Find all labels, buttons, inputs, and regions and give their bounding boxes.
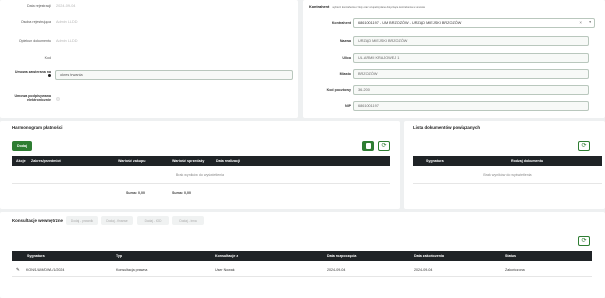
refresh-icon: ⟳ (381, 143, 387, 149)
refresh-icon: ⟳ (581, 238, 587, 244)
duration-label: Umowa zawierana na (11, 70, 51, 79)
contractor-panel: Kontrahent wybierz kontrahenta z listy o… (303, 0, 605, 118)
cons-type: Konsultacja prawna (116, 268, 148, 272)
col-doc-type: Rodzaj dokumentu (511, 158, 544, 163)
col-actions: Akcje (16, 158, 26, 163)
code-label: Kod (44, 56, 51, 60)
sale-sum: Suma: 0,00 (172, 191, 191, 195)
contractor-select-label: Kontrahent (331, 21, 351, 25)
col-cons-signature: Sygnatura (27, 253, 45, 258)
e-signed-label: Umowa podpisywana elektronicznie (14, 94, 51, 103)
add-schedule-button[interactable]: Dodaj (12, 141, 32, 151)
contractor-postcode-field[interactable]: 36-200 (353, 85, 589, 95)
payment-schedule-panel: Harmonogram płatności Dodaj ⟳ Akcje Zakr… (0, 121, 400, 209)
col-cons-type: Typ (116, 253, 123, 258)
add-finance-tab[interactable]: Dodaj - finanse (101, 216, 133, 225)
registration-date-value: 2024-09-04 (56, 4, 76, 8)
consultations-divider (12, 276, 592, 277)
refresh-consultations-button[interactable]: ⟳ (578, 236, 590, 246)
info-icon (48, 74, 51, 78)
cons-status: Zakończona (505, 268, 525, 272)
document-owner-label: Opiekun dokumentu (18, 39, 51, 43)
contractor-select-value: 6861001197 - UM BRZOZÓW - URZĄD MIEJSKI … (358, 21, 462, 25)
col-sale-value: Wartość sprzedaży (172, 158, 205, 163)
col-cons-status: Status (505, 253, 516, 258)
related-divider (413, 183, 602, 184)
schedule-title: Harmonogram płatności (12, 125, 63, 130)
chevron-down-icon[interactable]: ▾ (589, 20, 591, 24)
cons-signature: KON/1/UM/DWL/1/2024 (26, 268, 65, 272)
col-realization-date: Data realizacji (216, 158, 240, 163)
purchase-sum: Suma: 0,00 (126, 191, 145, 195)
schedule-empty-text: Brak wyników do wyświetlenia (175, 173, 225, 177)
refresh-related-button[interactable]: ⟳ (578, 141, 590, 151)
schedule-divider (12, 183, 390, 184)
contractor-city-field[interactable]: BRZOZÓW (353, 69, 589, 79)
contractor-heading-note: wybierz kontrahenta z listy oraz uzupełn… (332, 6, 426, 9)
registered-by-label: Osoba rejestrująca (20, 20, 51, 24)
related-empty-text: Brak wyników do wyświetlenia (483, 173, 532, 177)
contractor-heading-title: Kontrahent (309, 5, 330, 9)
contractor-nip-field[interactable]: 6861001197 (353, 101, 589, 111)
contractor-nip-label: NIP (345, 104, 351, 108)
cons-with: User Nowak (215, 268, 235, 272)
related-documents-panel: Lista dokumentów powiązanych ⟳ Sygnatura… (404, 121, 605, 209)
excel-icon (365, 143, 371, 149)
col-cons-with: Konsultacje z (215, 253, 239, 258)
table-row[interactable]: ✎ KON/1/UM/DWL/1/2024 Konsultacja prawna… (12, 264, 592, 276)
contractor-name-label: Nazwa (339, 39, 351, 43)
contractor-heading: Kontrahent wybierz kontrahenta z listy o… (309, 5, 425, 9)
consultations-title: Konsultacje wewnętrzne (12, 218, 63, 223)
consultations-panel: Konsultacje wewnętrzne Dodaj - prawnik D… (0, 212, 605, 298)
add-iod-tab[interactable]: Dodaj - IOD (137, 216, 169, 225)
col-scope: Zakres/przedmiot (31, 158, 61, 163)
e-signed-checkbox[interactable] (56, 97, 60, 101)
col-signature: Sygnatura (426, 158, 444, 163)
contractor-city-label: Miasto (339, 72, 351, 76)
contractor-name-field[interactable]: URZĄD MIEJSKI BRZOZÓW (353, 36, 589, 46)
contractor-street-field[interactable]: UL.ARMII KRAJOWEJ 1 (353, 53, 589, 63)
clear-icon[interactable]: × (579, 20, 582, 25)
duration-select[interactable]: okres trwania (55, 70, 293, 80)
export-excel-button[interactable] (362, 141, 374, 151)
contractor-postcode-label: Kod pocztowy (326, 88, 351, 92)
cons-start: 2024-09-04 (327, 268, 346, 272)
registered-by-value: Admin LLDD (56, 20, 78, 24)
add-legal-tab[interactable]: Dodaj - prawnik (66, 216, 98, 225)
col-cons-end: Data zakończenia (414, 253, 444, 258)
refresh-schedule-button[interactable]: ⟳ (378, 141, 390, 151)
col-purchase-value: Wartość zakupu (118, 158, 146, 163)
registration-date-label: Data rejestracji (27, 4, 51, 8)
contractor-select[interactable]: 6861001197 - UM BRZOZÓW - URZĄD MIEJSKI … (353, 18, 595, 28)
cons-end: 2024-09-04 (414, 268, 433, 272)
add-other-tab[interactable]: Dodaj - inna (172, 216, 204, 225)
edit-icon[interactable]: ✎ (16, 267, 20, 273)
duration-label-text: Umowa zawierana na (14, 70, 51, 74)
refresh-icon: ⟳ (581, 143, 587, 149)
col-cons-start: Data rozpoczęcia (327, 253, 357, 258)
document-details-panel: Data rejestracji 2024-09-04 Osoba rejest… (0, 0, 298, 118)
contractor-street-label: Ulica (342, 56, 351, 60)
document-owner-value: Admin LLDD (56, 39, 78, 43)
related-title: Lista dokumentów powiązanych (413, 125, 481, 130)
